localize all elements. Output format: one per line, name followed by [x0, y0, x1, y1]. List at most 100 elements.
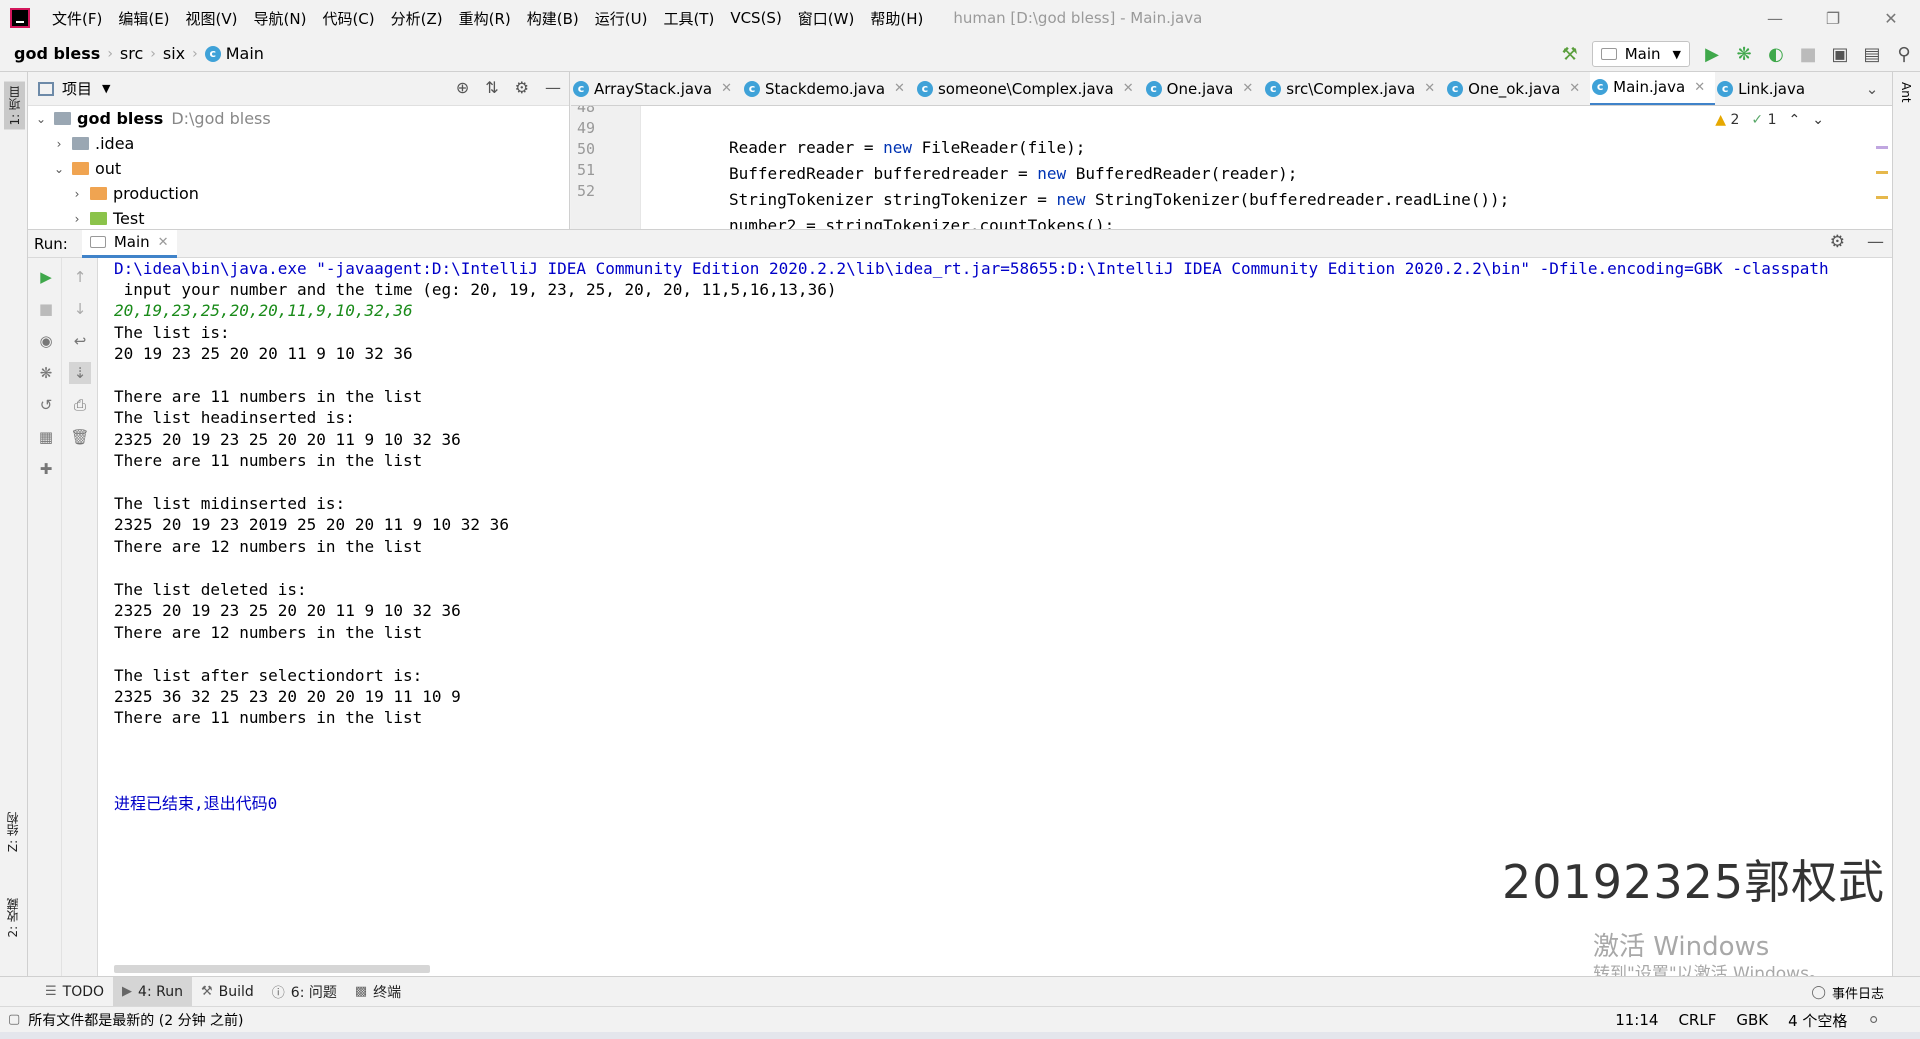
layout-icon[interactable]: ▦: [35, 426, 57, 448]
project-title[interactable]: 项目: [62, 78, 92, 99]
print-icon[interactable]: ⎙: [69, 394, 91, 416]
camera-icon[interactable]: ◉: [35, 330, 57, 352]
stripe-mark[interactable]: [1876, 146, 1888, 149]
menu-file[interactable]: 文件(F): [44, 8, 110, 29]
tree-item-production[interactable]: › production: [28, 181, 569, 206]
close-icon[interactable]: ✕: [1694, 80, 1705, 95]
hide-icon[interactable]: —: [545, 78, 561, 97]
breadcrumb-package[interactable]: six: [163, 44, 185, 63]
tab-one-ok[interactable]: c One_ok.java ✕: [1445, 72, 1590, 105]
tool-tab-project[interactable]: 1: 项目: [4, 82, 25, 130]
arrow-down-icon[interactable]: ↓: [69, 298, 91, 320]
build-hammer-icon[interactable]: ⚒: [1554, 38, 1586, 70]
chevron-right-icon[interactable]: ›: [52, 137, 66, 151]
tree-item-project-root[interactable]: ⌄ god bless D:\god bless: [28, 106, 569, 131]
stripe-mark[interactable]: [1876, 171, 1888, 174]
collapse-all-icon[interactable]: ⇅: [485, 78, 498, 97]
close-icon[interactable]: ✕: [1123, 81, 1134, 96]
menu-refactor[interactable]: 重构(R): [451, 8, 519, 29]
tool-tab-favorites[interactable]: 2: 收藏: [4, 898, 21, 938]
scroll-to-end-icon[interactable]: ⇣: [69, 362, 91, 384]
tool-terminal[interactable]: ▩ 终端: [346, 977, 410, 1007]
tab-one[interactable]: c One.java ✕: [1144, 72, 1264, 105]
restore-icon[interactable]: ❐: [1804, 0, 1862, 36]
chevron-up-icon[interactable]: ⌃: [1789, 112, 1801, 128]
coverage-icon[interactable]: ◐: [1760, 38, 1792, 70]
line-separator[interactable]: CRLF: [1678, 1011, 1716, 1029]
inspection-widget[interactable]: ▲ 2 ✓ 1 ⌃ ⌄: [1715, 112, 1824, 128]
tab-stackdemo[interactable]: c Stackdemo.java ✕: [742, 72, 915, 105]
close-icon[interactable]: ✕: [1569, 81, 1580, 96]
chevron-right-icon[interactable]: ›: [70, 212, 84, 226]
hide-icon[interactable]: —: [1867, 232, 1884, 252]
tab-someone-complex[interactable]: c someone\Complex.java ✕: [915, 72, 1144, 105]
tab-main[interactable]: c Main.java ✕: [1590, 72, 1716, 105]
menu-vcs[interactable]: VCS(S): [722, 9, 789, 27]
chevron-down-icon[interactable]: ⌄: [34, 112, 48, 126]
tab-link[interactable]: c Link.java: [1715, 72, 1815, 105]
chevron-down-icon[interactable]: ⌄: [1812, 112, 1824, 128]
chevron-down-icon[interactable]: ⌄: [1852, 72, 1892, 105]
breadcrumb-src[interactable]: src: [120, 44, 143, 63]
close-icon[interactable]: ✕: [1242, 81, 1253, 96]
close-icon[interactable]: ✕: [721, 81, 732, 96]
menu-run[interactable]: 运行(U): [587, 8, 656, 29]
tab-src-complex[interactable]: c src\Complex.java ✕: [1263, 72, 1445, 105]
tree-item-idea[interactable]: › .idea: [28, 131, 569, 156]
horizontal-scrollbar[interactable]: [114, 965, 430, 973]
stop-icon[interactable]: ■: [35, 298, 57, 320]
breadcrumb-class[interactable]: Main: [226, 44, 264, 63]
project-structure-icon[interactable]: ▣: [1824, 38, 1856, 70]
tool-build[interactable]: ⚒ Build: [192, 977, 263, 1007]
stop-icon[interactable]: ■: [1792, 38, 1824, 70]
caret-position[interactable]: 11:14: [1615, 1011, 1658, 1029]
tree-item-test[interactable]: › Test: [28, 206, 569, 231]
soft-wrap-icon[interactable]: ↩: [69, 330, 91, 352]
tool-run[interactable]: ▶ 4: Run: [113, 976, 192, 1007]
pin-icon[interactable]: ✚: [35, 458, 57, 480]
run-config-selector[interactable]: Main ▼: [1591, 41, 1690, 67]
status-message[interactable]: 所有文件都是最新的 (2 分钟 之前): [28, 1010, 243, 1030]
rerun-icon[interactable]: ▶: [35, 266, 57, 288]
search-icon[interactable]: ⚲: [1888, 38, 1920, 70]
close-icon[interactable]: ✕: [158, 235, 169, 250]
trash-icon[interactable]: 🗑: [69, 426, 91, 448]
stripe-mark[interactable]: [1876, 196, 1888, 199]
indent-setting[interactable]: 4 个空格: [1788, 1010, 1847, 1031]
lock-icon[interactable]: ⚪: [1867, 1011, 1880, 1029]
menu-code[interactable]: 代码(C): [314, 8, 382, 29]
minimize-icon[interactable]: —: [1746, 0, 1804, 36]
layout-icon[interactable]: ▤: [1856, 38, 1888, 70]
tab-arraystack[interactable]: c ArrayStack.java ✕: [571, 72, 742, 105]
dropdown-icon[interactable]: ▼: [102, 82, 110, 95]
debug-icon[interactable]: ❋: [35, 362, 57, 384]
tool-event-log[interactable]: ◯ 事件日志: [1811, 977, 1884, 1007]
menu-window[interactable]: 窗口(W): [790, 8, 863, 29]
tool-tab-ant[interactable]: Ant: [1899, 82, 1913, 103]
menu-tools[interactable]: 工具(T): [655, 8, 722, 29]
tree-item-out[interactable]: ⌄ out: [28, 156, 569, 181]
code-editor[interactable]: 48 49 50 51 52 Reader reader = new FileR…: [571, 106, 1892, 229]
run-icon[interactable]: ▶: [1696, 38, 1728, 70]
tool-problems[interactable]: ⓘ 6: 问题: [263, 977, 346, 1007]
menu-help[interactable]: 帮助(H): [862, 8, 931, 29]
close-icon[interactable]: ✕: [894, 81, 905, 96]
close-icon[interactable]: ✕: [1424, 81, 1435, 96]
tool-tab-structure[interactable]: Z: 结构: [4, 812, 21, 852]
menu-build[interactable]: 构建(B): [519, 8, 587, 29]
menu-view[interactable]: 视图(V): [178, 8, 246, 29]
gear-icon[interactable]: ⚙: [1830, 232, 1845, 252]
gear-icon[interactable]: ⚙: [515, 78, 529, 97]
breadcrumb-project[interactable]: god bless: [14, 44, 100, 63]
tool-todo[interactable]: ☰ TODO: [36, 977, 113, 1007]
menu-analyze[interactable]: 分析(Z): [383, 8, 451, 29]
menu-edit[interactable]: 编辑(E): [110, 8, 177, 29]
arrow-up-icon[interactable]: ↑: [69, 266, 91, 288]
chevron-right-icon[interactable]: ›: [70, 187, 84, 201]
close-icon[interactable]: ✕: [1862, 0, 1920, 36]
locate-icon[interactable]: ⊕: [456, 78, 469, 97]
debug-icon[interactable]: ❋: [1728, 38, 1760, 70]
file-encoding[interactable]: GBK: [1736, 1011, 1768, 1029]
layout-toggle-icon[interactable]: ▢: [8, 1012, 20, 1027]
restore-layout-icon[interactable]: ↺: [35, 394, 57, 416]
